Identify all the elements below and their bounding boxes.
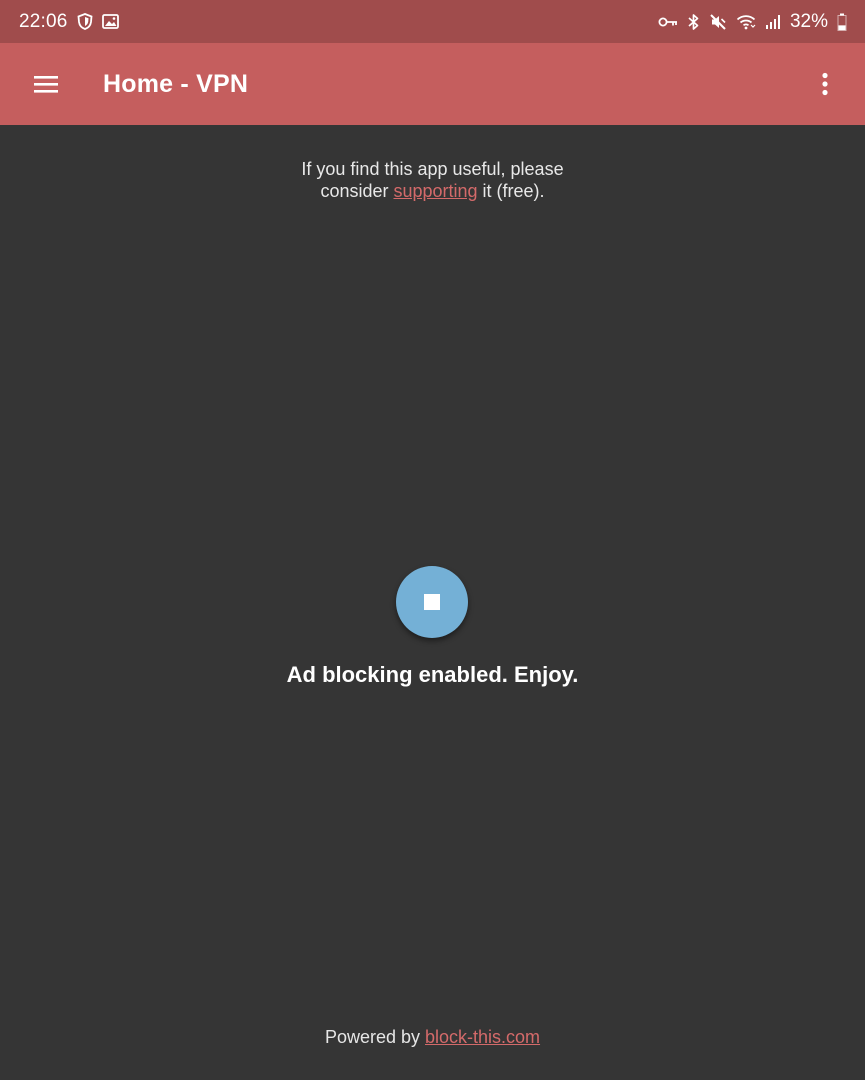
vpn-key-icon [658,16,678,28]
support-message: If you find this app useful, please cons… [0,158,865,202]
status-bar-right: 32% [658,11,847,33]
main-content: If you find this app useful, please cons… [0,125,865,1080]
vpn-toggle-button[interactable] [396,566,468,638]
support-prefix: consider [320,181,394,201]
supporting-link[interactable]: supporting [393,181,477,201]
wifi-icon [736,14,756,30]
stop-icon [424,594,440,610]
status-bar-left: 22:06 [19,11,119,33]
support-suffix: it (free). [477,181,545,201]
powered-by-footer: Powered by block-this.com [0,1027,865,1048]
mute-icon [709,13,727,31]
page-title: Home - VPN [103,69,249,98]
image-icon [101,14,119,29]
hamburger-menu-icon[interactable] [0,43,92,125]
blocking-status-message: Ad blocking enabled. Enjoy. [286,662,579,687]
support-line-2: consider supporting it (free). [0,180,865,202]
status-bar: 22:06 32% [0,0,865,43]
support-line-1: If you find this app useful, please [301,159,564,179]
app-bar: Home - VPN [0,43,865,125]
footer-prefix: Powered by [324,1027,426,1047]
more-vert-icon[interactable] [801,60,849,108]
shield-icon [77,13,93,30]
status-time: 22:06 [19,10,68,32]
signal-icon [765,14,781,30]
bluetooth-icon [687,13,700,31]
block-this-link[interactable]: block-this.com [425,1027,540,1047]
battery-percent: 32% [789,10,828,32]
battery-icon [837,13,847,31]
